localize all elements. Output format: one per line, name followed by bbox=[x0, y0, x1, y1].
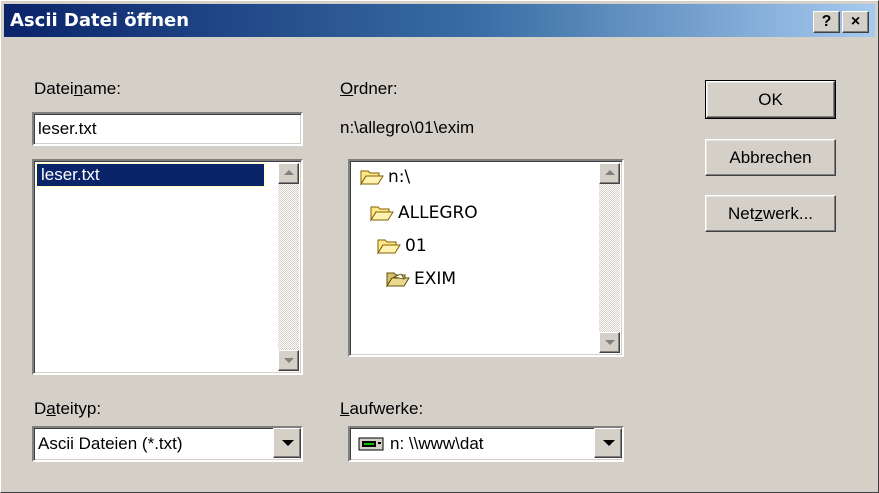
help-button[interactable]: ? bbox=[813, 11, 840, 33]
filename-label: Dateiname: bbox=[34, 79, 121, 98]
arrow-up-icon bbox=[605, 170, 615, 175]
filetype-dropdown-button[interactable] bbox=[273, 428, 301, 458]
drives-select[interactable]: n: \\www\dat bbox=[348, 426, 624, 462]
tree-item-allegro[interactable]: ALLEGRO bbox=[370, 200, 478, 226]
filename-input-value: leser.txt bbox=[38, 119, 97, 138]
chevron-down-icon bbox=[603, 440, 615, 446]
arrow-down-icon bbox=[284, 358, 294, 363]
drives-dropdown-button[interactable] bbox=[594, 428, 622, 458]
title-bar[interactable]: Ascii Datei öffnen ? × bbox=[4, 4, 875, 37]
open-folder-icon bbox=[386, 272, 410, 288]
cancel-button[interactable]: Abbrechen bbox=[705, 139, 836, 176]
file-list-scrollbar[interactable] bbox=[278, 163, 299, 371]
open-folder-icon bbox=[370, 206, 394, 222]
network-button[interactable]: Netzwerk... bbox=[705, 195, 836, 232]
ok-button[interactable]: OK bbox=[705, 80, 836, 119]
filetype-select[interactable]: Ascii Dateien (*.txt) bbox=[32, 426, 303, 462]
folder-tree-scrollbar[interactable] bbox=[599, 163, 620, 353]
close-button[interactable]: × bbox=[842, 11, 869, 33]
help-icon: ? bbox=[821, 13, 832, 30]
folder-path: n:\allegro\01\exim bbox=[340, 118, 475, 137]
scroll-down-button[interactable] bbox=[278, 350, 299, 371]
window-title: Ascii Datei öffnen bbox=[10, 10, 190, 31]
chevron-down-icon bbox=[282, 440, 294, 446]
open-file-dialog: Ascii Datei öffnen ? × Dateiname: leser.… bbox=[0, 0, 879, 493]
scroll-up-button[interactable] bbox=[278, 163, 299, 184]
drives-label: Laufwerke: bbox=[340, 399, 424, 418]
tree-item-exim[interactable]: EXIM bbox=[386, 266, 456, 292]
list-item[interactable]: leser.txt bbox=[36, 163, 265, 187]
filetype-label: Dateityp: bbox=[34, 399, 102, 418]
scroll-up-button[interactable] bbox=[599, 163, 620, 184]
open-folder-icon bbox=[377, 239, 401, 255]
file-list[interactable]: leser.txt bbox=[32, 159, 303, 375]
folder-tree[interactable]: n:\ ALLEGRO 01 EXIM bbox=[348, 159, 624, 357]
filetype-select-value: Ascii Dateien (*.txt) bbox=[38, 434, 183, 453]
tree-item-n[interactable]: n:\ bbox=[360, 164, 410, 190]
drives-select-value: n: \\www\dat bbox=[390, 434, 484, 453]
open-folder-icon bbox=[360, 170, 384, 186]
arrow-up-icon bbox=[284, 170, 294, 175]
tree-item-01[interactable]: 01 bbox=[377, 233, 427, 259]
filename-input[interactable]: leser.txt bbox=[32, 112, 303, 146]
network-drive-icon bbox=[358, 436, 384, 457]
arrow-down-icon bbox=[605, 340, 615, 345]
close-icon: × bbox=[850, 13, 861, 30]
folder-label: Ordner: bbox=[340, 79, 398, 98]
scroll-down-button[interactable] bbox=[599, 332, 620, 353]
